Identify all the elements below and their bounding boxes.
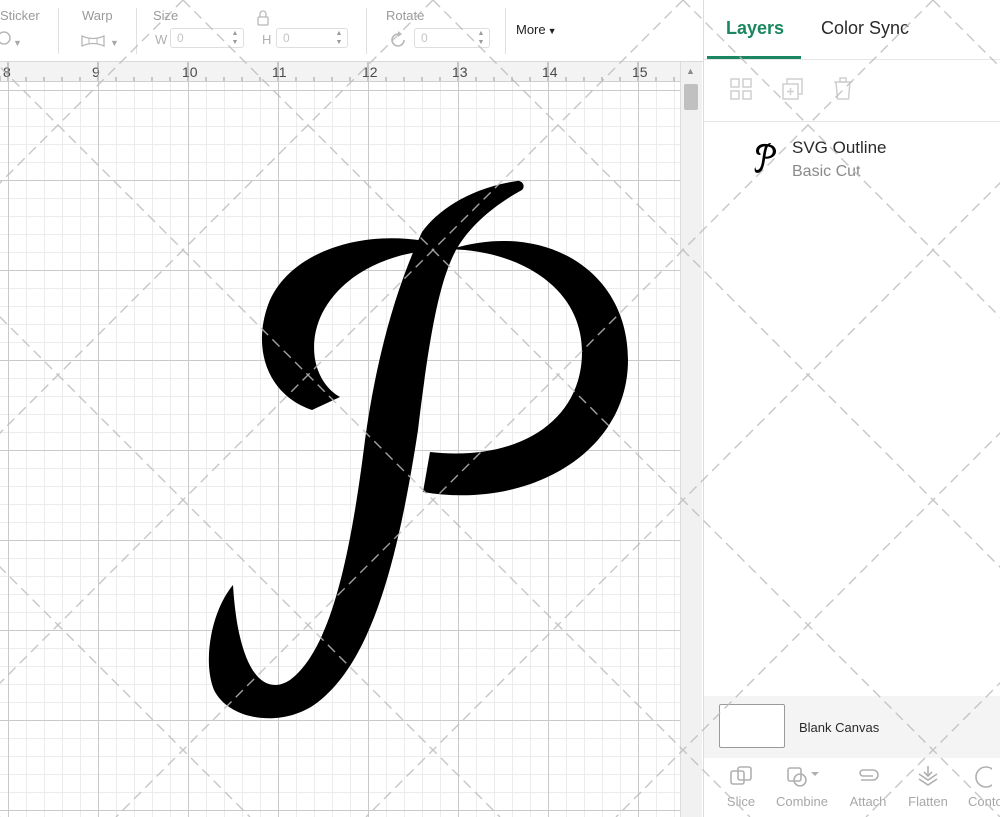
blank-canvas-swatch[interactable]	[719, 704, 785, 748]
scrollbar-thumb[interactable]	[684, 84, 698, 110]
tab-layers[interactable]: Layers	[726, 18, 784, 39]
design-canvas[interactable]	[0, 82, 680, 817]
combine-icon	[787, 767, 819, 787]
attach-button[interactable]: Attach	[838, 764, 898, 814]
chevron-down-icon: ▼	[547, 26, 557, 36]
tab-color-sync[interactable]: Color Sync	[821, 18, 909, 39]
top-toolbar: Sticker ▼ Warp ▼ Size W 0 ▲ ▼ H 0 ▲ ▼ Rota…	[0, 0, 703, 62]
contour-icon	[975, 766, 992, 788]
warp-label: Warp	[82, 8, 113, 23]
size-label: Size	[153, 8, 179, 23]
combine-button[interactable]: Combine	[772, 764, 832, 814]
combine-label: Combine	[775, 794, 829, 809]
letter-p-shape[interactable]	[208, 180, 628, 719]
width-spinner[interactable]: ▲ ▼	[229, 29, 241, 47]
warp-icon[interactable]	[80, 33, 106, 49]
more-button[interactable]: More ▼	[516, 22, 557, 37]
toolbar-separator	[58, 8, 59, 54]
script-letter-design[interactable]	[0, 82, 680, 817]
toolbar-separator	[136, 8, 137, 54]
warp-dropdown-caret[interactable]: ▼	[110, 38, 119, 48]
delete-icon[interactable]	[830, 76, 856, 102]
contour-label: Contour	[968, 794, 1000, 809]
layers-panel: Layers Color Sync SVG Outline Basic Cut …	[703, 0, 1000, 817]
rotate-icon	[391, 31, 405, 47]
sticker-icon[interactable]	[0, 30, 12, 46]
blank-canvas-label: Blank Canvas	[799, 720, 880, 735]
sticker-dropdown-caret[interactable]: ▼	[13, 38, 22, 48]
layer-item[interactable]: SVG Outline Basic Cut	[704, 126, 1000, 190]
slice-icon	[730, 766, 752, 785]
rotate-label: Rotate	[386, 8, 425, 23]
more-label: More	[516, 22, 546, 37]
sticker-label: Sticker	[0, 8, 40, 23]
divider	[704, 121, 1000, 122]
divider	[704, 59, 1000, 60]
rotate-spinner[interactable]: ▲ ▼	[475, 29, 487, 47]
slice-button[interactable]: Slice	[711, 764, 771, 814]
attach-label: Attach	[849, 794, 887, 809]
flatten-label: Flatten	[908, 794, 948, 809]
horizontal-ruler: 8 9 10 11 12 13 14 15	[0, 62, 680, 82]
ruler-ticks	[0, 62, 675, 81]
group-icon[interactable]	[728, 76, 754, 102]
layer-name: SVG Outline	[792, 138, 887, 157]
duplicate-icon[interactable]	[780, 76, 806, 102]
layer-operation: Basic Cut	[792, 163, 861, 180]
height-spinner[interactable]: ▲ ▼	[333, 29, 345, 47]
toolbar-separator	[505, 8, 506, 54]
contour-button[interactable]: Contour	[956, 764, 1000, 814]
flatten-button[interactable]: Flatten	[898, 764, 958, 814]
width-prefix: W	[155, 32, 168, 47]
scroll-up-icon[interactable]: ▲	[686, 66, 695, 76]
slice-label: Slice	[726, 794, 756, 809]
toolbar-separator	[366, 8, 367, 54]
layer-thumbnail	[754, 142, 777, 173]
height-prefix: H	[262, 32, 272, 47]
flatten-icon	[918, 766, 938, 786]
vertical-scrollbar[interactable]: ▲	[680, 62, 702, 817]
lock-icon[interactable]	[256, 10, 270, 26]
blank-canvas-row: Blank Canvas	[704, 696, 1000, 758]
attach-icon	[859, 769, 879, 781]
